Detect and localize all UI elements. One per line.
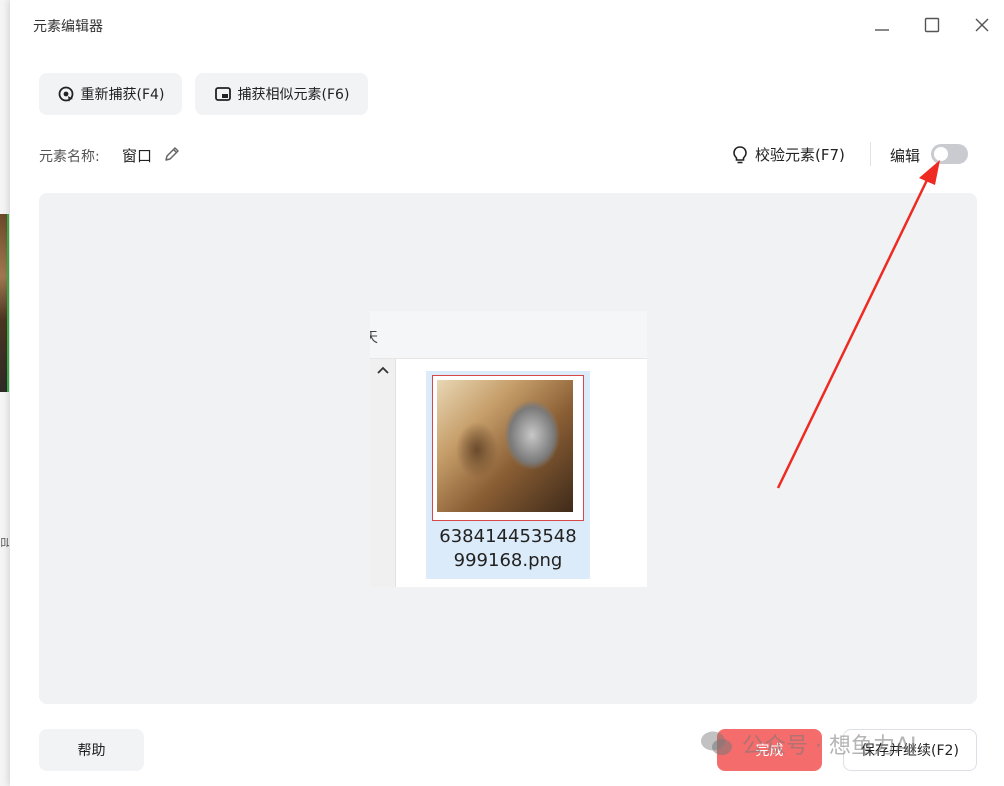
recapture-button[interactable]: 重新捕获(F4) xyxy=(39,73,182,115)
file-name: 638414453548 999168.png xyxy=(426,525,590,573)
save-and-continue-button[interactable]: 保存并继续(F2) xyxy=(843,729,977,771)
element-name-value: 窗口 xyxy=(122,147,153,165)
screenshot-partial-text: 天 xyxy=(370,330,378,346)
verify-element-label: 校验元素(F7) xyxy=(755,146,845,164)
pencil-icon xyxy=(165,147,179,161)
chevron-up-icon xyxy=(377,366,389,374)
done-button[interactable]: 完成 xyxy=(717,729,822,771)
capture-similar-button[interactable]: 捕获相似元素(F6) xyxy=(195,73,368,115)
divider xyxy=(870,142,871,166)
file-name-line-2: 999168.png xyxy=(453,550,563,571)
maximize-icon xyxy=(924,17,940,33)
window-title: 元素编辑器 xyxy=(33,19,103,35)
background-partial-text: 叫 xyxy=(0,537,9,552)
edit-toggle[interactable] xyxy=(931,144,968,164)
close-icon xyxy=(975,18,989,32)
element-editor-dialog: 元素编辑器 重新捕获(F4) 捕获相似元素(F6) 元素名称: 窗口 校验元素(… xyxy=(10,0,1004,786)
file-name-line-1: 638414453548 xyxy=(439,526,577,547)
rename-button[interactable] xyxy=(163,145,181,167)
element-name-label: 元素名称: xyxy=(39,149,100,165)
maximize-button[interactable] xyxy=(917,10,947,40)
captured-screenshot: 天 638414453548 999168.png xyxy=(370,311,647,587)
minimize-icon xyxy=(875,29,889,31)
verify-element-button[interactable]: 校验元素(F7) xyxy=(731,144,845,165)
file-item: 638414453548 999168.png xyxy=(426,371,590,579)
selected-element-highlight xyxy=(432,375,584,521)
target-icon xyxy=(58,86,73,102)
minimize-button[interactable] xyxy=(867,10,897,40)
close-button[interactable] xyxy=(967,10,997,40)
image-thumbnail xyxy=(437,380,573,512)
toggle-knob xyxy=(934,147,948,161)
title-bar: 元素编辑器 xyxy=(10,0,1004,52)
help-button[interactable]: 帮助 xyxy=(39,729,144,771)
picture-in-picture-icon xyxy=(214,87,231,101)
edit-toggle-label: 编辑 xyxy=(890,147,921,165)
lightbulb-icon xyxy=(733,145,747,163)
background-thumbnail xyxy=(0,214,9,392)
screenshot-scrollbar xyxy=(370,359,396,587)
screenshot-header: 天 xyxy=(370,311,647,359)
element-preview-area: 天 638414453548 999168.png xyxy=(39,193,977,704)
recapture-label: 重新捕获(F4) xyxy=(80,87,165,103)
capture-similar-label: 捕获相似元素(F6) xyxy=(237,87,350,103)
